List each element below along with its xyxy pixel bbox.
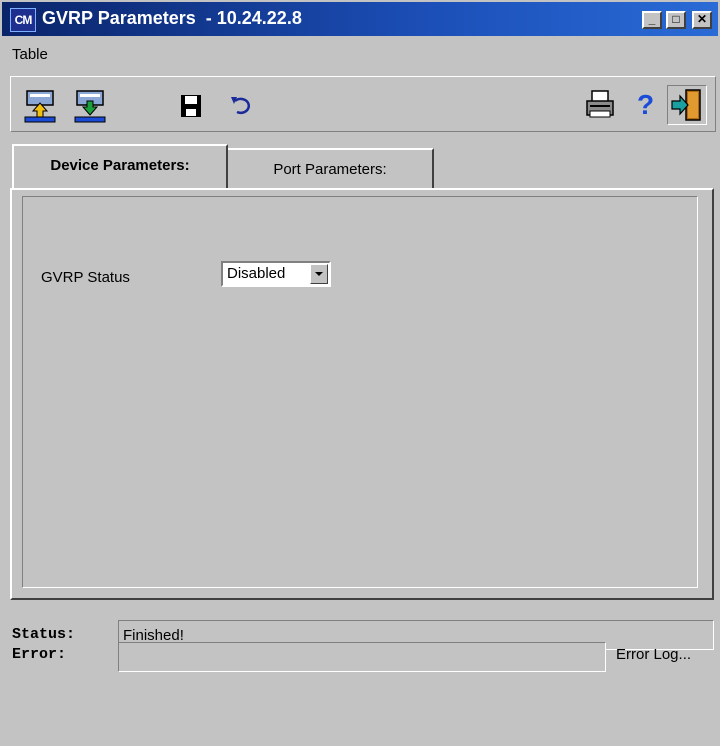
save-icon bbox=[181, 95, 201, 117]
gvrp-status-value: Disabled bbox=[227, 265, 286, 282]
tab-device-parameters[interactable]: Device Parameters: bbox=[12, 144, 228, 188]
upload-icon bbox=[24, 90, 56, 123]
download-icon bbox=[74, 90, 106, 123]
exit-button[interactable] bbox=[667, 85, 707, 125]
upload-button[interactable] bbox=[21, 85, 61, 125]
print-icon bbox=[586, 90, 614, 118]
error-field bbox=[118, 642, 606, 672]
app-window: CM GVRP Parameters - 10.24.22.8 _ □ ✕ Ta… bbox=[0, 0, 720, 746]
status-label: Status: bbox=[12, 626, 76, 643]
gvrp-status-label: GVRP Status bbox=[41, 269, 130, 286]
minimize-button[interactable]: _ bbox=[642, 11, 662, 29]
print-button[interactable] bbox=[581, 85, 621, 125]
app-icon: CM bbox=[10, 8, 36, 32]
undo-button[interactable] bbox=[221, 85, 261, 125]
toolbar: ? bbox=[10, 76, 716, 132]
error-log-link[interactable]: Error Log... bbox=[616, 646, 691, 663]
download-button[interactable] bbox=[71, 85, 111, 125]
parameters-frame: GVRP Status Disabled bbox=[22, 196, 698, 588]
device-parameters-panel: GVRP Status Disabled bbox=[10, 188, 714, 600]
chevron-down-icon[interactable] bbox=[310, 264, 328, 284]
menu-item-table[interactable]: Table bbox=[12, 46, 48, 63]
help-icon: ? bbox=[637, 89, 655, 120]
tab-port-parameters[interactable]: Port Parameters: bbox=[228, 148, 434, 188]
undo-icon bbox=[231, 97, 250, 115]
window-title: GVRP Parameters - 10.24.22.8 bbox=[42, 8, 302, 28]
help-button[interactable]: ? bbox=[625, 85, 665, 125]
gvrp-status-select[interactable]: Disabled bbox=[221, 261, 331, 287]
save-button[interactable] bbox=[171, 85, 211, 125]
tab-strip: Device Parameters: Port Parameters: bbox=[12, 144, 716, 188]
title-bar[interactable]: CM GVRP Parameters - 10.24.22.8 _ □ ✕ bbox=[2, 2, 718, 36]
close-button[interactable]: ✕ bbox=[692, 11, 712, 29]
error-label: Error: bbox=[12, 646, 67, 663]
menu-bar: Table bbox=[4, 40, 716, 68]
status-area: Status: Finished! Error: Error Log... bbox=[0, 604, 720, 746]
maximize-button[interactable]: □ bbox=[666, 11, 686, 29]
exit-icon bbox=[671, 89, 701, 121]
